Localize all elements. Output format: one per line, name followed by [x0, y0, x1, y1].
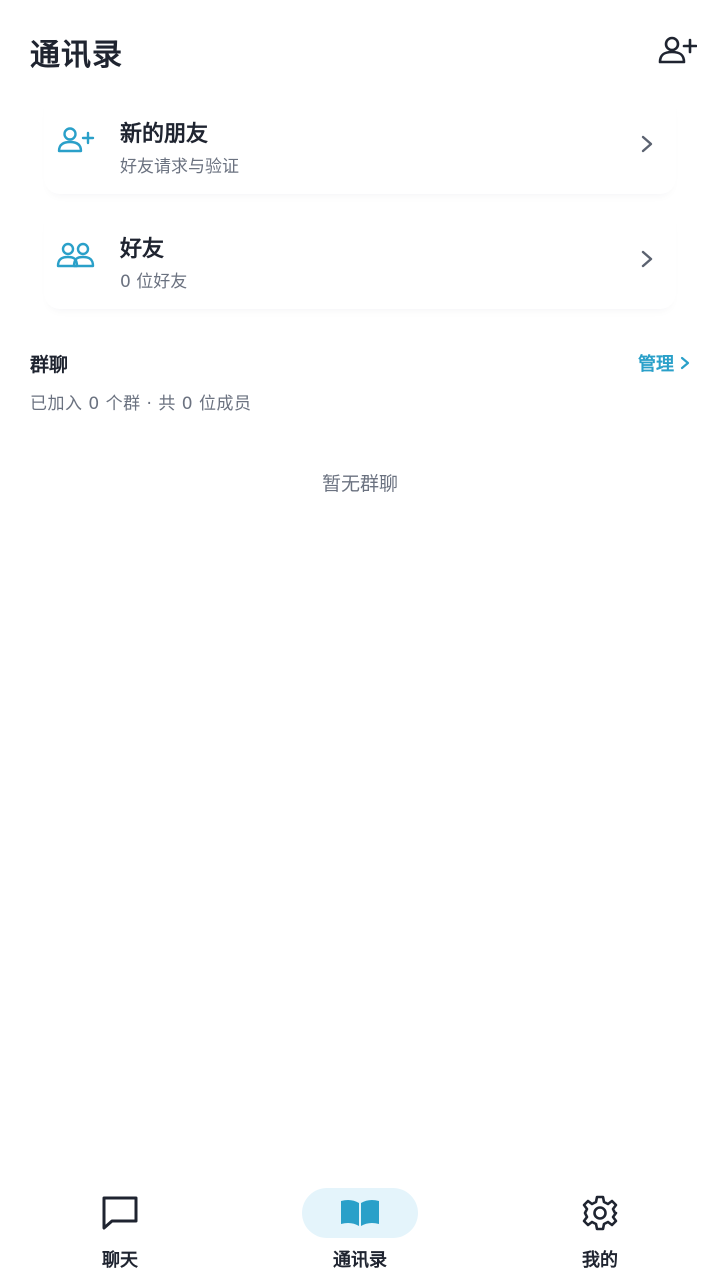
nav-item-chat[interactable]: 聊天: [50, 1170, 190, 1280]
nav-icon-wrap: [542, 1188, 658, 1238]
nav-item-contacts[interactable]: 通讯录: [290, 1170, 430, 1280]
chevron-right-icon: [641, 135, 653, 153]
book-icon: [341, 1199, 379, 1226]
groups-stats: 已加入 0 个群 · 共 0 位成员: [30, 394, 252, 414]
nav-icon-wrap-active: [302, 1188, 418, 1238]
chat-bubble-icon: [102, 1196, 138, 1230]
bottom-nav: 聊天 通讯录 我的: [0, 1170, 720, 1280]
friends-icon-wrap: [56, 239, 96, 271]
groups-section-title: 群聊: [30, 354, 69, 376]
gear-icon: [582, 1195, 618, 1231]
friends-card[interactable]: 好友 0 位好友: [44, 205, 676, 309]
nav-label-contacts: 通讯录: [333, 1250, 387, 1271]
friends-title: 好友: [120, 237, 165, 262]
header: 通讯录: [0, 0, 720, 100]
contacts-screen: 通讯录 新的朋友 好友请求与验证 好友 0 位好友 群聊 管理 已加入 0 个群…: [0, 0, 720, 1280]
nav-item-me[interactable]: 我的: [530, 1170, 670, 1280]
friends-subtitle: 0 位好友: [120, 272, 188, 292]
add-contact-button[interactable]: [656, 32, 698, 68]
new-friends-icon-wrap: [56, 124, 96, 156]
nav-label-chat: 聊天: [102, 1250, 138, 1271]
people-icon: [56, 242, 95, 268]
chevron-right-icon: [641, 250, 653, 268]
groups-manage-label: 管理: [638, 354, 674, 375]
groups-manage-link[interactable]: 管理: [638, 350, 690, 376]
person-add-icon: [57, 127, 95, 153]
groups-empty-state: 暂无群聊: [321, 473, 398, 495]
page-title: 通讯录: [30, 38, 123, 73]
new-friends-subtitle: 好友请求与验证: [120, 157, 239, 177]
chevron-right-icon: [680, 356, 690, 370]
person-add-icon: [658, 36, 697, 64]
nav-icon-wrap: [62, 1188, 178, 1238]
new-friends-card[interactable]: 新的朋友 好友请求与验证: [44, 90, 676, 194]
nav-label-me: 我的: [582, 1250, 618, 1271]
new-friends-title: 新的朋友: [120, 122, 209, 147]
